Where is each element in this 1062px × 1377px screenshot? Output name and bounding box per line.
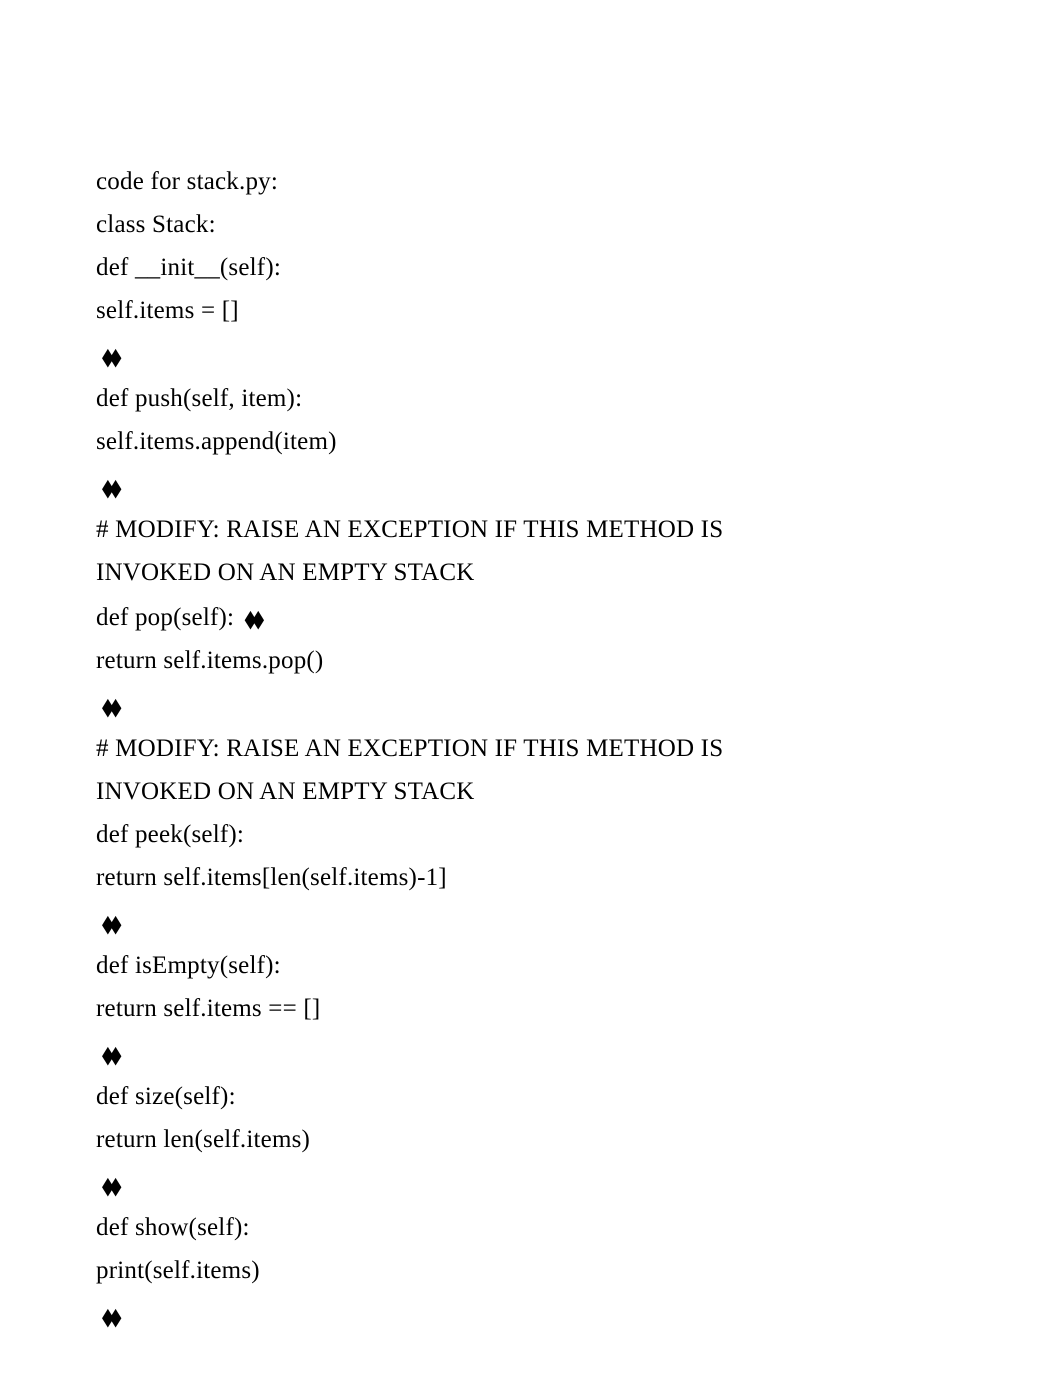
diamond-icon: ⬧⬧ [96, 1163, 117, 1208]
code-line: self.items.append(item) [96, 420, 972, 463]
code-line: def peek(self): [96, 813, 972, 856]
code-line: class Stack: [96, 203, 972, 246]
code-line: print(self.items) [96, 1249, 972, 1292]
document-page: code for stack.py: class Stack: def __in… [0, 0, 1062, 1377]
code-line: return self.items[len(self.items)-1] [96, 856, 972, 899]
code-line: def isEmpty(self): [96, 944, 972, 987]
code-line: self.items = [] [96, 289, 972, 332]
diamond-icon: ⬧⬧ [96, 465, 117, 510]
code-line: def size(self): [96, 1075, 972, 1118]
code-line: return self.items.pop() [96, 639, 972, 682]
diamond-icon: ⬧⬧ [96, 1294, 117, 1339]
diamond-icon: ⬧⬧ [245, 596, 260, 641]
diamond-icon: ⬧⬧ [96, 684, 117, 729]
code-line: def push(self, item): [96, 377, 972, 420]
code-line: return len(self.items) [96, 1118, 972, 1161]
code-line: def show(self): [96, 1206, 972, 1249]
code-line: # MODIFY: RAISE AN EXCEPTION IF THIS MET… [96, 508, 972, 551]
code-line: code for stack.py: [96, 160, 972, 203]
code-line: INVOKED ON AN EMPTY STACK [96, 551, 972, 594]
code-line: INVOKED ON AN EMPTY STACK [96, 770, 972, 813]
code-line: def __init__(self): [96, 246, 972, 289]
diamond-icon: ⬧⬧ [96, 334, 117, 379]
code-text: def pop(self): [96, 604, 241, 631]
diamond-icon: ⬧⬧ [96, 1032, 117, 1077]
diamond-icon: ⬧⬧ [96, 901, 117, 946]
code-line: return self.items == [] [96, 987, 972, 1030]
code-line: # MODIFY: RAISE AN EXCEPTION IF THIS MET… [96, 727, 972, 770]
code-line: def pop(self): ⬧⬧ [96, 594, 972, 639]
